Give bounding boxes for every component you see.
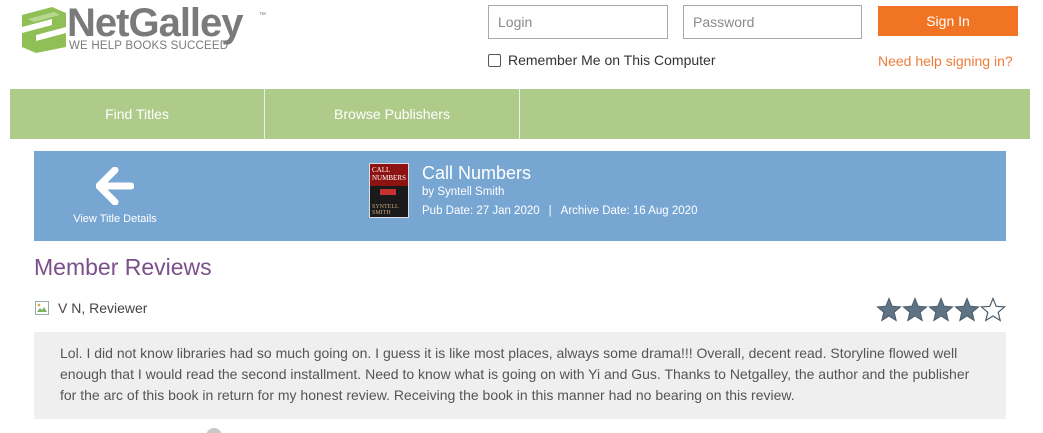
view-title-details-button[interactable]: View Title Details [34,151,196,241]
book-author: by Syntell Smith [422,186,505,198]
star-rating [876,297,1006,323]
book-cover[interactable]: CALL NUMBERS SYNTELL SMITH [369,163,409,218]
main-nav: Find Titles Browse Publishers [10,89,1030,139]
book-dates: Pub Date: 27 Jan 2020 | Archive Date: 16 A… [422,205,697,217]
brand-name: NetGalley [67,1,244,45]
review-text: Lol. I did not know libraries had so muc… [34,332,1006,419]
next-review-avatar [206,428,222,433]
remember-me-checkbox[interactable] [488,53,501,67]
star-filled-icon [928,297,954,322]
arrow-left-icon [96,167,134,205]
brand-tm: ™ [259,12,266,19]
sign-in-button[interactable]: Sign In [878,6,1018,36]
brand-tagline: WE HELP BOOKS SUCCEED [69,40,229,52]
date-separator: | [548,205,552,217]
reviewer-name: V N, Reviewer [58,300,148,316]
reviewer: V N, Reviewer [34,300,147,316]
cover-author: SYNTELL SMITH [372,204,399,216]
star-filled-icon [954,297,980,322]
member-reviews-heading: Member Reviews [34,254,212,280]
login-input[interactable] [488,5,668,39]
view-title-details-label: View Title Details [73,213,157,225]
nav-find-titles[interactable]: Find Titles [10,89,265,139]
star-empty-icon [980,297,1006,322]
netgalley-logo[interactable]: NetGalley ™ WE HELP BOOKS SUCCEED [22,1,272,54]
remember-me-label: Remember Me on This Computer [508,52,716,68]
cover-title: CALL NUMBERS [372,166,406,182]
nav-browse-publishers[interactable]: Browse Publishers [265,89,520,139]
netgalley-logo-mark-icon [22,7,66,53]
star-filled-icon [902,297,928,322]
password-input[interactable] [683,5,862,39]
help-signing-in-link[interactable]: Need help signing in? [878,53,1013,69]
archive-date: Archive Date: 16 Aug 2020 [560,205,698,217]
broken-image-icon [35,301,49,315]
title-banner: View Title Details CALL NUMBERS SYNTELL … [34,151,1006,241]
remember-me[interactable]: Remember Me on This Computer [488,52,715,68]
book-title: Call Numbers [422,163,532,183]
cover-ornament [380,189,396,195]
pub-date: Pub Date: 27 Jan 2020 [422,205,540,217]
star-filled-icon [876,297,902,322]
